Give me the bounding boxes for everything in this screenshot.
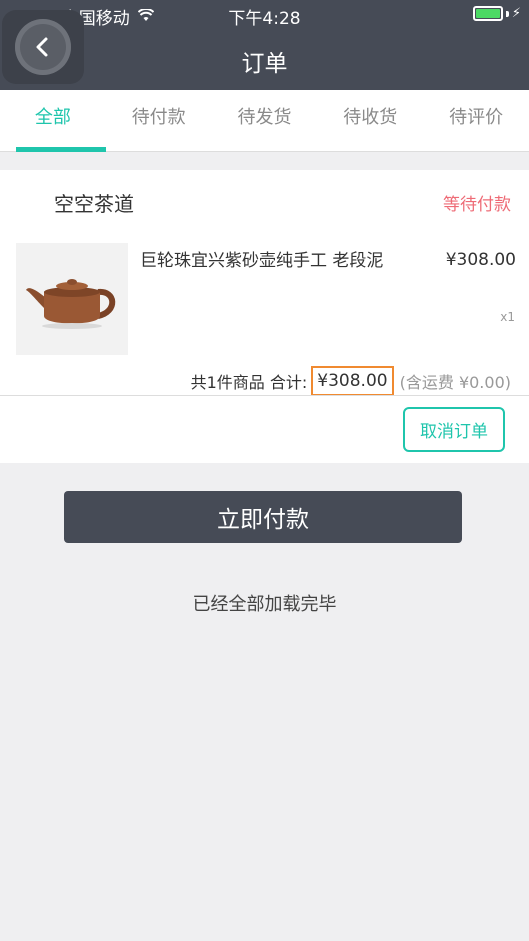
product-name[interactable]: 巨轮珠宜兴紫砂壶纯手工 老段泥 [140, 250, 395, 272]
product-image[interactable] [16, 243, 128, 355]
order-card: 空空茶道 等待付款 巨轮珠宜兴紫砂壶纯手工 老段泥 ¥308.00 x1 共1件… [0, 170, 529, 463]
app-header: ●●●○○ 中国移动 下午4:28 ⚡ 订单 [0, 0, 529, 90]
product-quantity: x1 [500, 310, 515, 324]
pay-now-button[interactable]: 立即付款 [64, 491, 462, 543]
load-complete-text: 已经全部加载完毕 [192, 594, 337, 615]
order-summary: 共1件商品 合计: ¥308.00 (含运费 ¥0.00) [191, 363, 511, 399]
order-status: 等待付款 [443, 195, 511, 215]
tab-pending-receipt[interactable]: 待收货 [317, 90, 423, 151]
battery-indicator: ⚡ [472, 6, 521, 21]
shop-name[interactable]: 空空茶道 [54, 188, 134, 217]
divider [0, 395, 529, 396]
charging-icon: ⚡ [511, 6, 521, 21]
order-tabs: 全部 待付款 待发货 待收货 待评价 [0, 90, 529, 152]
tab-pending-review[interactable]: 待评价 [423, 90, 529, 151]
page-title: 订单 [241, 51, 288, 77]
cancel-order-button[interactable]: 取消订单 [403, 407, 505, 452]
tab-all[interactable]: 全部 [0, 90, 106, 152]
tab-pending-payment[interactable]: 待付款 [106, 90, 212, 151]
tab-pending-shipment[interactable]: 待发货 [212, 90, 318, 151]
order-total: ¥308.00 [311, 366, 394, 396]
battery-icon [472, 6, 503, 21]
shipping-fee: (含运费 ¥0.00) [399, 373, 511, 392]
item-count-label: 共1件商品 合计: [190, 373, 308, 392]
product-price: ¥308.00 [445, 250, 516, 270]
teapot-image [26, 279, 116, 329]
